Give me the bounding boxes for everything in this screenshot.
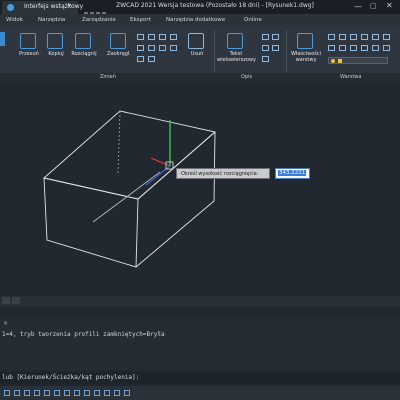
status-toggle-icon[interactable]: [94, 390, 100, 396]
text-icon: [227, 33, 243, 49]
profile-line: [92, 171, 161, 223]
command-history-panel: [0, 318, 400, 370]
table-icon[interactable]: [262, 45, 269, 51]
panel-title-warstwa: Warstwa: [340, 74, 362, 80]
close-icon[interactable]: ✕: [3, 320, 8, 327]
status-toggle-icon[interactable]: [24, 390, 30, 396]
command-prompt[interactable]: lub [Kierunek/Ścieżka/kąt pochylenia]:: [2, 374, 139, 381]
layer-dropdown[interactable]: [328, 57, 388, 64]
panel-title-opis: Opis: [241, 74, 253, 80]
move-icon: [20, 33, 36, 49]
layer-tool-icon[interactable]: [383, 34, 390, 40]
stretch-label: Rozciągnij: [71, 51, 97, 57]
offset-icon[interactable]: [137, 56, 144, 62]
fillet-icon: [110, 33, 126, 49]
window-title: ZWCAD 2021 Wersja testowa (Pozostało 18 …: [116, 2, 314, 9]
fillet-label: Zaokrągl.: [107, 51, 131, 57]
dynamic-input-field[interactable]: 343.2221: [275, 168, 310, 179]
layout-nav-first[interactable]: [2, 297, 10, 304]
layer-tool-icon[interactable]: [339, 45, 346, 51]
tab-eksport[interactable]: Eksport: [130, 17, 151, 23]
join-icon[interactable]: [170, 34, 177, 40]
layer-tool-icon[interactable]: [361, 34, 368, 40]
layer-properties-icon: [297, 33, 313, 49]
status-toggle-icon[interactable]: [104, 390, 110, 396]
explode-icon[interactable]: [148, 56, 155, 62]
lightbulb-icon: [331, 59, 335, 63]
maximize-button[interactable]: ▢: [370, 2, 377, 10]
ribbon-edge-icon[interactable]: [0, 32, 5, 46]
dynamic-input-value[interactable]: 343.2221: [278, 170, 307, 176]
layer-tool-icon[interactable]: [361, 45, 368, 51]
dynamic-input-label: Określ wysokość rozciągnięcia:: [181, 171, 259, 177]
status-bar: [0, 386, 400, 400]
hatch-icon[interactable]: [272, 45, 279, 51]
tab-widok[interactable]: Widok: [6, 17, 23, 23]
panel-title-zmien: Zmień: [100, 74, 116, 80]
tab-online[interactable]: Online: [244, 17, 262, 23]
status-toggle-icon[interactable]: [84, 390, 90, 396]
status-toggle-icon[interactable]: [4, 390, 10, 396]
scale-icon[interactable]: [159, 45, 166, 51]
extend-icon[interactable]: [148, 34, 155, 40]
stretch-icon: [75, 33, 91, 49]
leader-icon[interactable]: [272, 34, 279, 40]
status-toggle-icon[interactable]: [114, 390, 120, 396]
copy-icon: [47, 33, 63, 49]
close-button[interactable]: ✕: [386, 1, 393, 10]
mirror-icon[interactable]: [137, 45, 144, 51]
break-icon[interactable]: [159, 34, 166, 40]
layout-tab-bar: [0, 296, 400, 306]
layer-tool-icon[interactable]: [372, 34, 379, 40]
layout-nav-prev[interactable]: [12, 297, 20, 304]
status-toggle-icon[interactable]: [34, 390, 40, 396]
array-icon[interactable]: [170, 45, 177, 51]
tab-narzedzia-dodatkowe[interactable]: Narzędzia dodatkowe: [166, 17, 225, 23]
status-toggle-icon[interactable]: [124, 390, 130, 396]
layer-tool-icon[interactable]: [328, 34, 335, 40]
layer-properties-label: Właściwości warstwy: [290, 51, 322, 63]
layer-tool-icon[interactable]: [372, 45, 379, 51]
layer-tool-icon[interactable]: [339, 34, 346, 40]
ribbon-separator: [214, 30, 215, 72]
box-front-face: [43, 177, 139, 268]
eraser-icon: [188, 33, 204, 49]
tab-narzedzia[interactable]: Narzędzia: [38, 17, 65, 23]
status-toggle-icon[interactable]: [64, 390, 70, 396]
status-toggle-icon[interactable]: [44, 390, 50, 396]
tab-zarzadzanie[interactable]: Zarządzanie: [82, 17, 116, 23]
layer-tool-icon[interactable]: [350, 34, 357, 40]
workspace-label: Interfejs wstążkowy: [24, 3, 84, 10]
dimension-icon[interactable]: [262, 34, 269, 40]
markup-icon[interactable]: [262, 56, 269, 62]
layer-tool-icon[interactable]: [350, 45, 357, 51]
quick-access-toolbar[interactable]: [84, 3, 112, 18]
status-toggle-icon[interactable]: [14, 390, 20, 396]
sun-icon: [338, 59, 342, 63]
command-history-text: 1=4, tryb tworzenia profili zamkniętych=…: [2, 331, 165, 338]
minimize-button[interactable]: —: [354, 2, 362, 11]
rotate-icon[interactable]: [148, 45, 155, 51]
status-toggle-icon[interactable]: [74, 390, 80, 396]
mtext-label: Tekst wielowierszowy: [217, 51, 256, 63]
trim-icon[interactable]: [137, 34, 144, 40]
workspace-switcher[interactable]: Interfejs wstążkowy ▾: [2, 1, 83, 14]
app-logo-icon: [7, 4, 14, 11]
layer-tool-icon[interactable]: [328, 45, 335, 51]
dynamic-input-prompt: Określ wysokość rozciągnięcia:: [176, 168, 270, 179]
box-top-face: [43, 110, 216, 200]
layer-tool-icon[interactable]: [383, 45, 390, 51]
delete-label: Usuń: [190, 51, 204, 57]
box-edge: [135, 200, 215, 268]
chevron-down-icon: ▾: [68, 2, 72, 9]
hidden-edge: [117, 110, 121, 175]
status-toggle-icon[interactable]: [54, 390, 60, 396]
wireframe-box: [43, 110, 216, 268]
box-edge: [137, 131, 216, 200]
box-edge: [213, 131, 216, 202]
